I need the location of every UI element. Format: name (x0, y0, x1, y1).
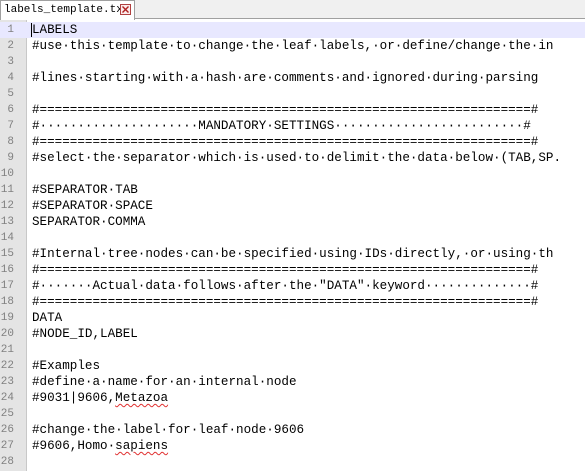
line-number: 3 (7, 56, 14, 68)
editor-line[interactable]: 19 DATA (0, 310, 585, 326)
tab-filename: labels_template.txt (4, 4, 130, 16)
line-number: 7 (7, 120, 14, 132)
line-number: 25 (0, 408, 14, 420)
line-number: 28 (0, 456, 14, 468)
line-number: 19 (0, 312, 14, 324)
line-text: #SEPARATOR·TAB (32, 183, 138, 197)
line-text: #9031|9606,Metazoa (32, 391, 169, 405)
editor-line[interactable]: 11 #SEPARATOR·TAB (0, 182, 585, 198)
editor-area[interactable]: 1 LABELS 2 #use·this·template·to·change·the… (0, 20, 585, 471)
line-text: #·····················MANDATORY·SETTINGS… (32, 119, 531, 133)
line-number: 18 (0, 296, 14, 308)
line-text: #=======================================… (32, 295, 539, 309)
editor-line[interactable]: 24 #9031|9606,Metazoa (0, 390, 585, 406)
editor-line[interactable]: 12 #SEPARATOR·SPACE (0, 198, 585, 214)
line-number: 15 (0, 248, 14, 260)
editor-line[interactable]: 13 SEPARATOR·COMMA (0, 214, 585, 230)
line-number: 5 (7, 88, 14, 100)
editor-line[interactable]: 7 #·····················MANDATORY·SETTING… (0, 118, 585, 134)
line-text: #=======================================… (32, 263, 539, 277)
text-caret (31, 23, 32, 37)
spellcheck-word: Metazoa (115, 391, 169, 405)
line-number: 22 (0, 360, 14, 372)
line-number: 8 (7, 136, 14, 148)
line-number: 1 (7, 24, 14, 36)
editor-line[interactable]: 15 #Internal·tree·nodes·can·be·specified·… (0, 246, 585, 262)
line-text: #use·this·template·to·change·the·leaf·la… (32, 39, 554, 53)
editor-line[interactable]: 2 #use·this·template·to·change·the·leaf·l… (0, 38, 585, 54)
editor-line[interactable]: 6 #======================================… (0, 102, 585, 118)
line-number: 24 (0, 392, 14, 404)
editor-line[interactable]: 14 (0, 230, 585, 246)
line-number: 9 (7, 152, 14, 164)
line-number: 10 (0, 168, 14, 180)
spellcheck-word: sapiens (115, 439, 169, 453)
editor-line[interactable]: 17 #·······Actual·data·follows·after·the·… (0, 278, 585, 294)
line-text: #9606,Homo·sapiens (32, 439, 169, 453)
editor-line[interactable]: 27 #9606,Homo·sapiens (0, 438, 585, 454)
line-number: 13 (0, 216, 14, 228)
editor-line[interactable]: 16 #=====================================… (0, 262, 585, 278)
editor-line[interactable]: 10 (0, 166, 585, 182)
editor-line[interactable]: 9 #select·the·separator·which·is·used·to·… (0, 150, 585, 166)
line-number: 26 (0, 424, 14, 436)
line-number: 20 (0, 328, 14, 340)
tab-bar: labels_template.txt (0, 0, 585, 20)
line-number: 21 (0, 344, 14, 356)
line-text: #SEPARATOR·SPACE (32, 199, 153, 213)
editor-line[interactable]: 20 #NODE_ID,LABEL (0, 326, 585, 342)
line-text: DATA (32, 311, 63, 325)
editor-line[interactable]: 23 #define·a·name·for·an·internal·node (0, 374, 585, 390)
editor-line[interactable]: 1 LABELS (0, 22, 585, 38)
editor-line[interactable]: 4 #lines·starting·with·a·hash·are·comment… (0, 70, 585, 86)
editor-line[interactable]: 22 #Examples (0, 358, 585, 374)
line-number: 2 (7, 40, 14, 52)
line-number: 6 (7, 104, 14, 116)
file-tab[interactable]: labels_template.txt (0, 0, 135, 20)
line-number: 23 (0, 376, 14, 388)
line-number: 4 (7, 72, 14, 84)
line-text: SEPARATOR·COMMA (32, 215, 146, 229)
text-lines[interactable]: 1 LABELS 2 #use·this·template·to·change·the… (0, 22, 585, 470)
editor-line[interactable]: 8 #======================================… (0, 134, 585, 150)
line-text: #Examples (32, 359, 101, 373)
line-number: 27 (0, 440, 14, 452)
line-text: #lines·starting·with·a·hash·are·comments… (32, 71, 539, 85)
line-text: #select·the·separator·which·is·used·to·d… (32, 151, 562, 165)
line-number: 17 (0, 280, 14, 292)
editor-line[interactable]: 25 (0, 406, 585, 422)
line-text: #=======================================… (32, 135, 539, 149)
editor-line[interactable]: 5 (0, 86, 585, 102)
line-text: #change·the·label·for·leaf·node·9606 (32, 423, 305, 437)
line-text: #define·a·name·for·an·internal·node (32, 375, 297, 389)
editor-line[interactable]: 26 #change·the·label·for·leaf·node·9606 (0, 422, 585, 438)
editor-line[interactable]: 28 (0, 454, 585, 470)
line-text: #=======================================… (32, 103, 539, 117)
editor-line[interactable]: 21 (0, 342, 585, 358)
line-number: 16 (0, 264, 14, 276)
editor-line[interactable]: 18 #=====================================… (0, 294, 585, 310)
line-number: 11 (0, 184, 14, 196)
line-number: 14 (0, 232, 14, 244)
line-text: #Internal·tree·nodes·can·be·specified·us… (32, 247, 554, 261)
line-text: #NODE_ID,LABEL (32, 327, 138, 341)
close-icon[interactable] (120, 4, 131, 15)
line-number: 12 (0, 200, 14, 212)
line-text: LABELS (32, 23, 78, 37)
editor-line[interactable]: 3 (0, 54, 585, 70)
line-text: #·······Actual·data·follows·after·the·"D… (32, 279, 539, 293)
